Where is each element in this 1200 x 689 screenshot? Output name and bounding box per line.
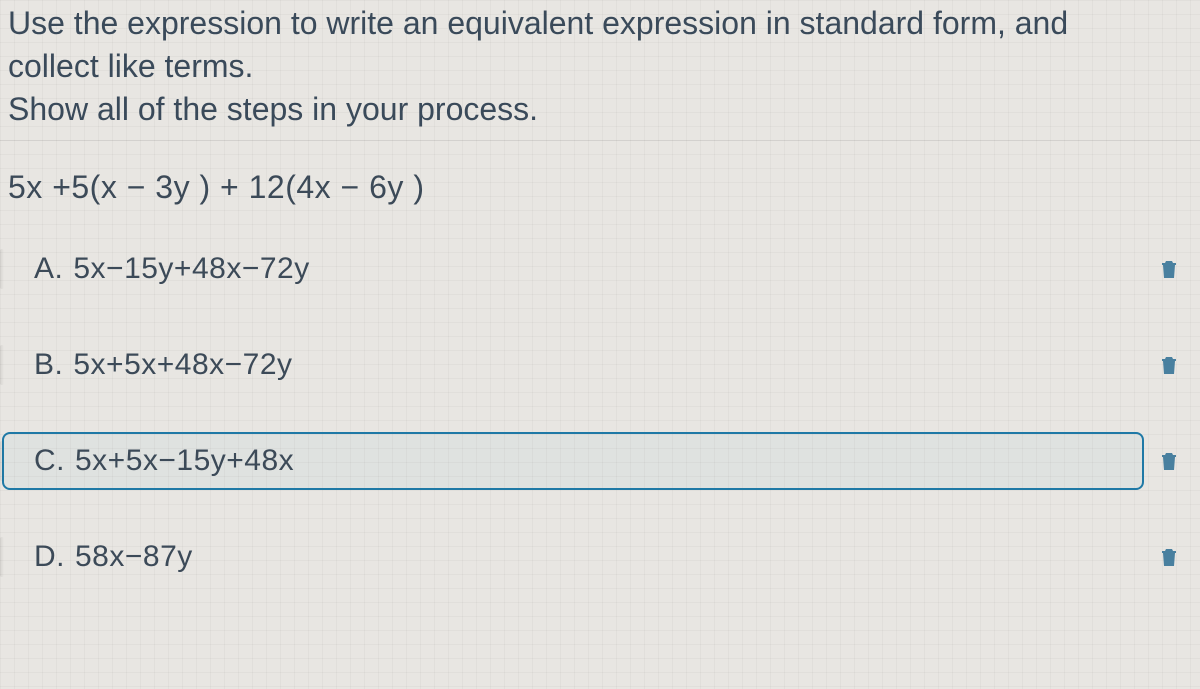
option-c[interactable]: C. 5x+5x−15y+48x — [2, 432, 1144, 490]
question-line-1: Use the expression to write an equivalen… — [8, 2, 1184, 45]
radio-hint — [0, 345, 4, 385]
trash-icon[interactable] — [1160, 258, 1178, 280]
option-letter: C. — [34, 444, 75, 478]
trash-icon[interactable] — [1160, 450, 1178, 472]
option-letter: D. — [34, 540, 75, 574]
option-a[interactable]: A. 5x−15y+48x−72y — [2, 240, 1144, 298]
trash-icon[interactable] — [1160, 546, 1178, 568]
radio-hint — [0, 441, 4, 481]
radio-hint — [0, 537, 4, 577]
option-text: 5x+5x+48x−72y — [73, 348, 292, 382]
option-row-b: B. 5x+5x+48x−72y — [2, 336, 1182, 394]
option-text: 58x−87y — [75, 540, 193, 574]
options-list: A. 5x−15y+48x−72y B. 5x+5x+48x−72y C. 5x… — [0, 230, 1200, 586]
option-b[interactable]: B. 5x+5x+48x−72y — [2, 336, 1144, 394]
option-row-c: C. 5x+5x−15y+48x — [2, 432, 1182, 490]
question-line-2: collect like terms. — [8, 45, 1184, 88]
question-stem: Use the expression to write an equivalen… — [0, 0, 1200, 141]
question-expression: 5x +5(x − 3y ) + 12(4x − 6y ) — [0, 141, 1200, 230]
option-text: 5x+5x−15y+48x — [75, 444, 294, 478]
option-row-d: D. 58x−87y — [2, 528, 1182, 586]
option-d[interactable]: D. 58x−87y — [2, 528, 1144, 586]
option-letter: A. — [34, 252, 73, 286]
option-row-a: A. 5x−15y+48x−72y — [2, 240, 1182, 298]
quiz-container: Use the expression to write an equivalen… — [0, 0, 1200, 689]
option-text: 5x−15y+48x−72y — [73, 252, 309, 286]
option-letter: B. — [34, 348, 73, 382]
trash-icon[interactable] — [1160, 354, 1178, 376]
radio-hint — [0, 249, 4, 289]
question-line-3: Show all of the steps in your process. — [8, 88, 1184, 131]
